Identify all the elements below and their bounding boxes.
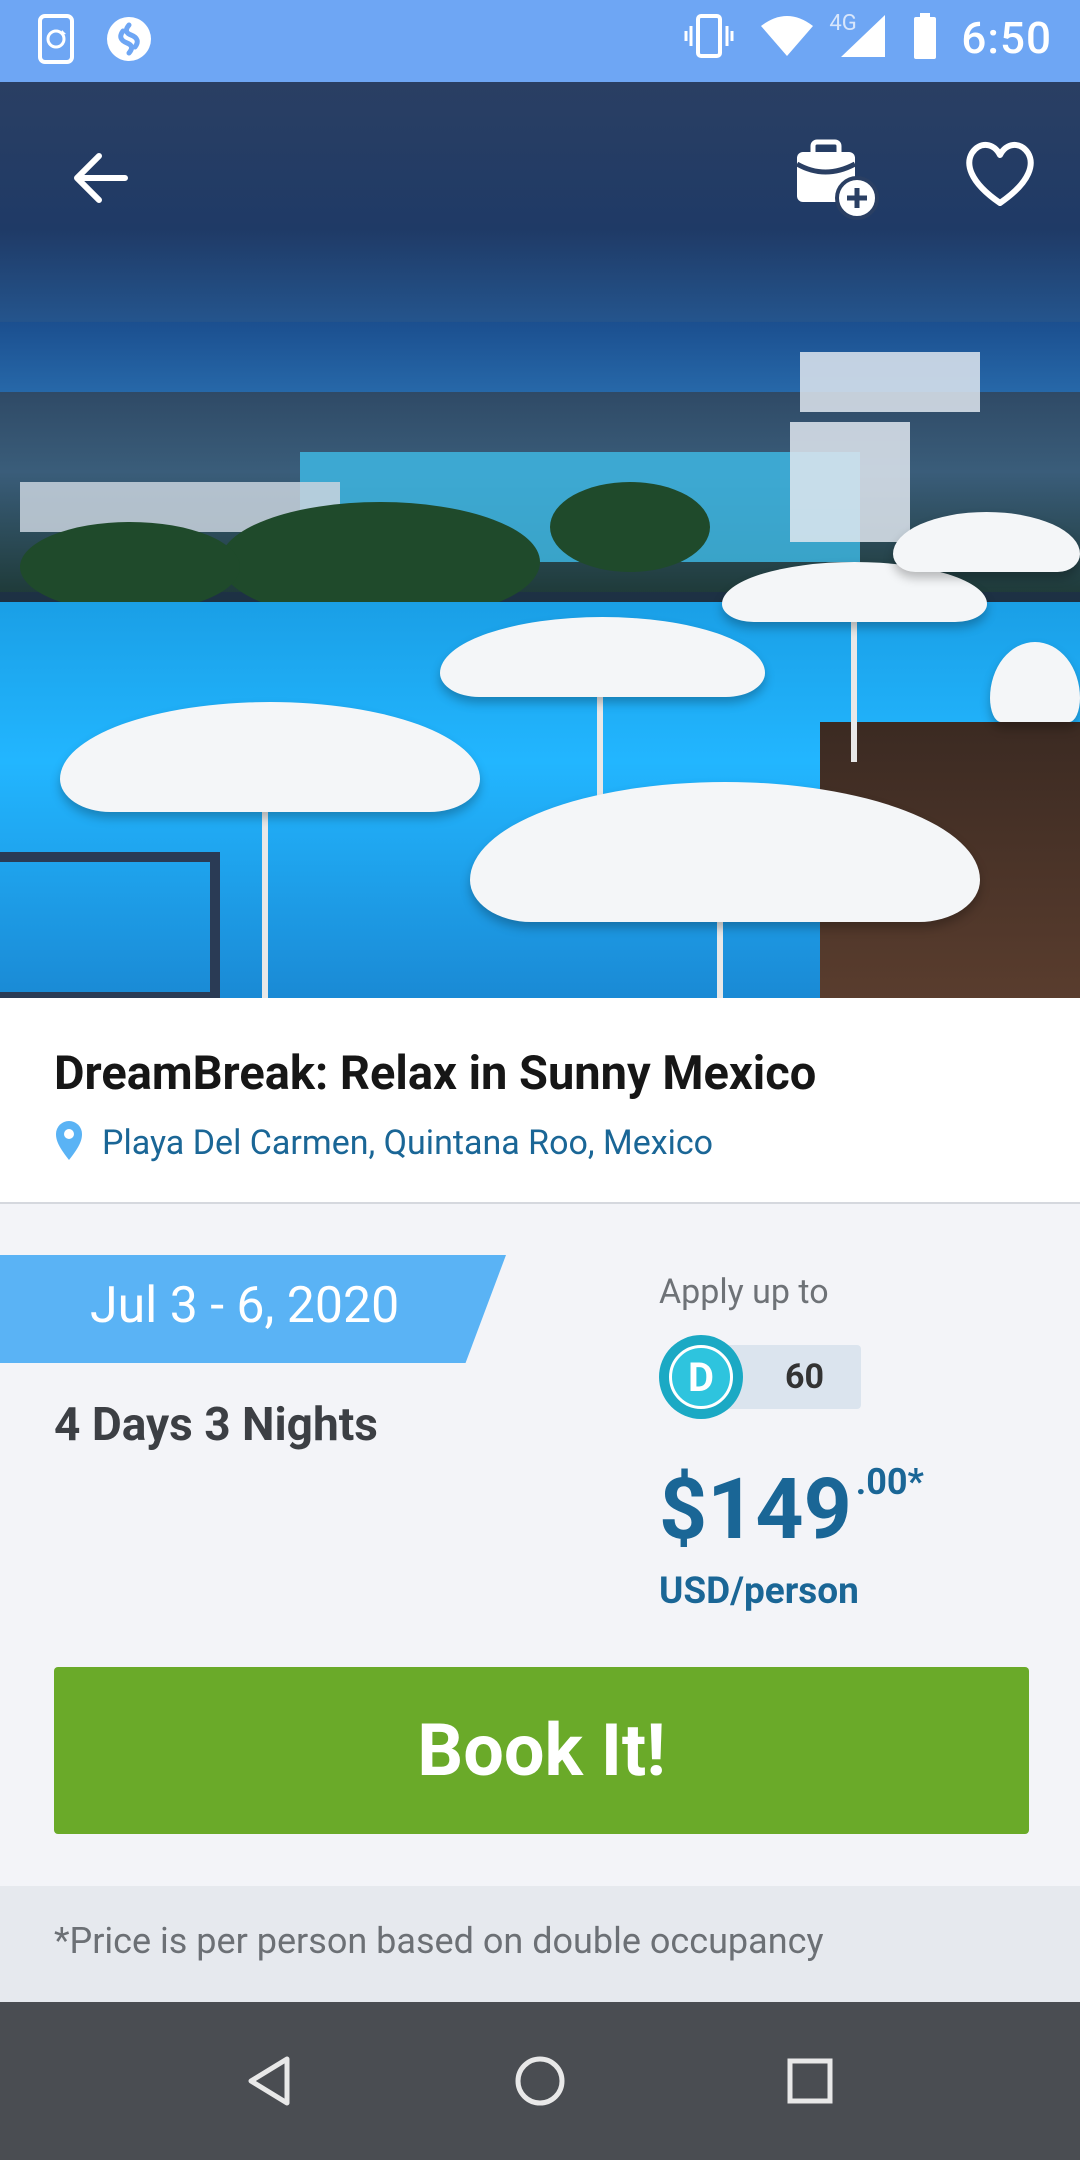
listing-header: DreamBreak: Relax in Sunny Mexico Playa … <box>0 998 1080 1202</box>
vibrate-icon <box>683 12 735 64</box>
price-unit: USD/person <box>659 1570 859 1613</box>
status-bar: 4G 6:50 <box>0 0 1080 82</box>
coin-value: 60 <box>785 1357 825 1397</box>
footnote-section: *Price is per person based on double occ… <box>0 1886 1080 2002</box>
umbrella-pole <box>851 602 857 762</box>
phone-sync-icon <box>36 14 82 70</box>
suitcase-add-icon <box>791 136 881 224</box>
system-nav-bar <box>0 2002 1080 2160</box>
divider <box>0 1202 1080 1204</box>
home-circle-icon <box>513 2054 567 2112</box>
location-text: Playa Del Carmen, Quintana Roo, Mexico <box>102 1123 714 1163</box>
pool-pergola <box>0 852 220 998</box>
map-pin-icon <box>54 1120 84 1166</box>
nav-recents-button[interactable] <box>777 2050 843 2116</box>
back-triangle-icon <box>245 2055 293 2111</box>
coin-letter: D <box>688 1353 714 1401</box>
price-cents: .00* <box>855 1461 924 1503</box>
reward-coin-badge: 60 D <box>659 1335 861 1419</box>
listing-title: DreamBreak: Relax in Sunny Mexico <box>54 1046 817 1101</box>
back-arrow-icon <box>71 152 129 208</box>
hero-trees <box>550 482 710 572</box>
favorite-button[interactable] <box>958 134 1042 218</box>
back-button[interactable] <box>62 142 138 218</box>
book-it-button[interactable]: Book It! <box>54 1667 1029 1834</box>
nav-back-button[interactable] <box>236 2050 302 2116</box>
price: $149.00* <box>659 1460 924 1559</box>
coin-icon: D <box>659 1335 743 1419</box>
battery-icon <box>913 13 937 63</box>
apply-label: Apply up to <box>659 1272 829 1312</box>
signal-icon: 4G <box>829 11 889 63</box>
price-main: $149 <box>659 1460 852 1559</box>
hero-image[interactable] <box>0 82 1080 998</box>
listing-location[interactable]: Playa Del Carmen, Quintana Roo, Mexico <box>54 1120 713 1166</box>
umbrella-pole <box>262 812 268 998</box>
date-banner: Jul 3 - 6, 2020 <box>0 1255 506 1363</box>
network-type: 4G <box>829 11 857 36</box>
trip-duration: 4 Days 3 Nights <box>54 1398 378 1452</box>
recents-square-icon <box>786 2057 834 2109</box>
hero-building <box>800 352 980 412</box>
shazam-icon <box>104 14 154 70</box>
nav-home-button[interactable] <box>507 2050 573 2116</box>
wifi-icon <box>759 14 815 62</box>
status-time: 6:50 <box>961 12 1052 64</box>
add-to-trip-button[interactable] <box>790 134 882 226</box>
trip-dates: Jul 3 - 6, 2020 <box>90 1277 400 1335</box>
price-footnote: *Price is per person based on double occ… <box>54 1920 824 1962</box>
hero-building <box>790 422 910 542</box>
heart-icon <box>962 139 1038 213</box>
hero-trees <box>20 522 240 612</box>
